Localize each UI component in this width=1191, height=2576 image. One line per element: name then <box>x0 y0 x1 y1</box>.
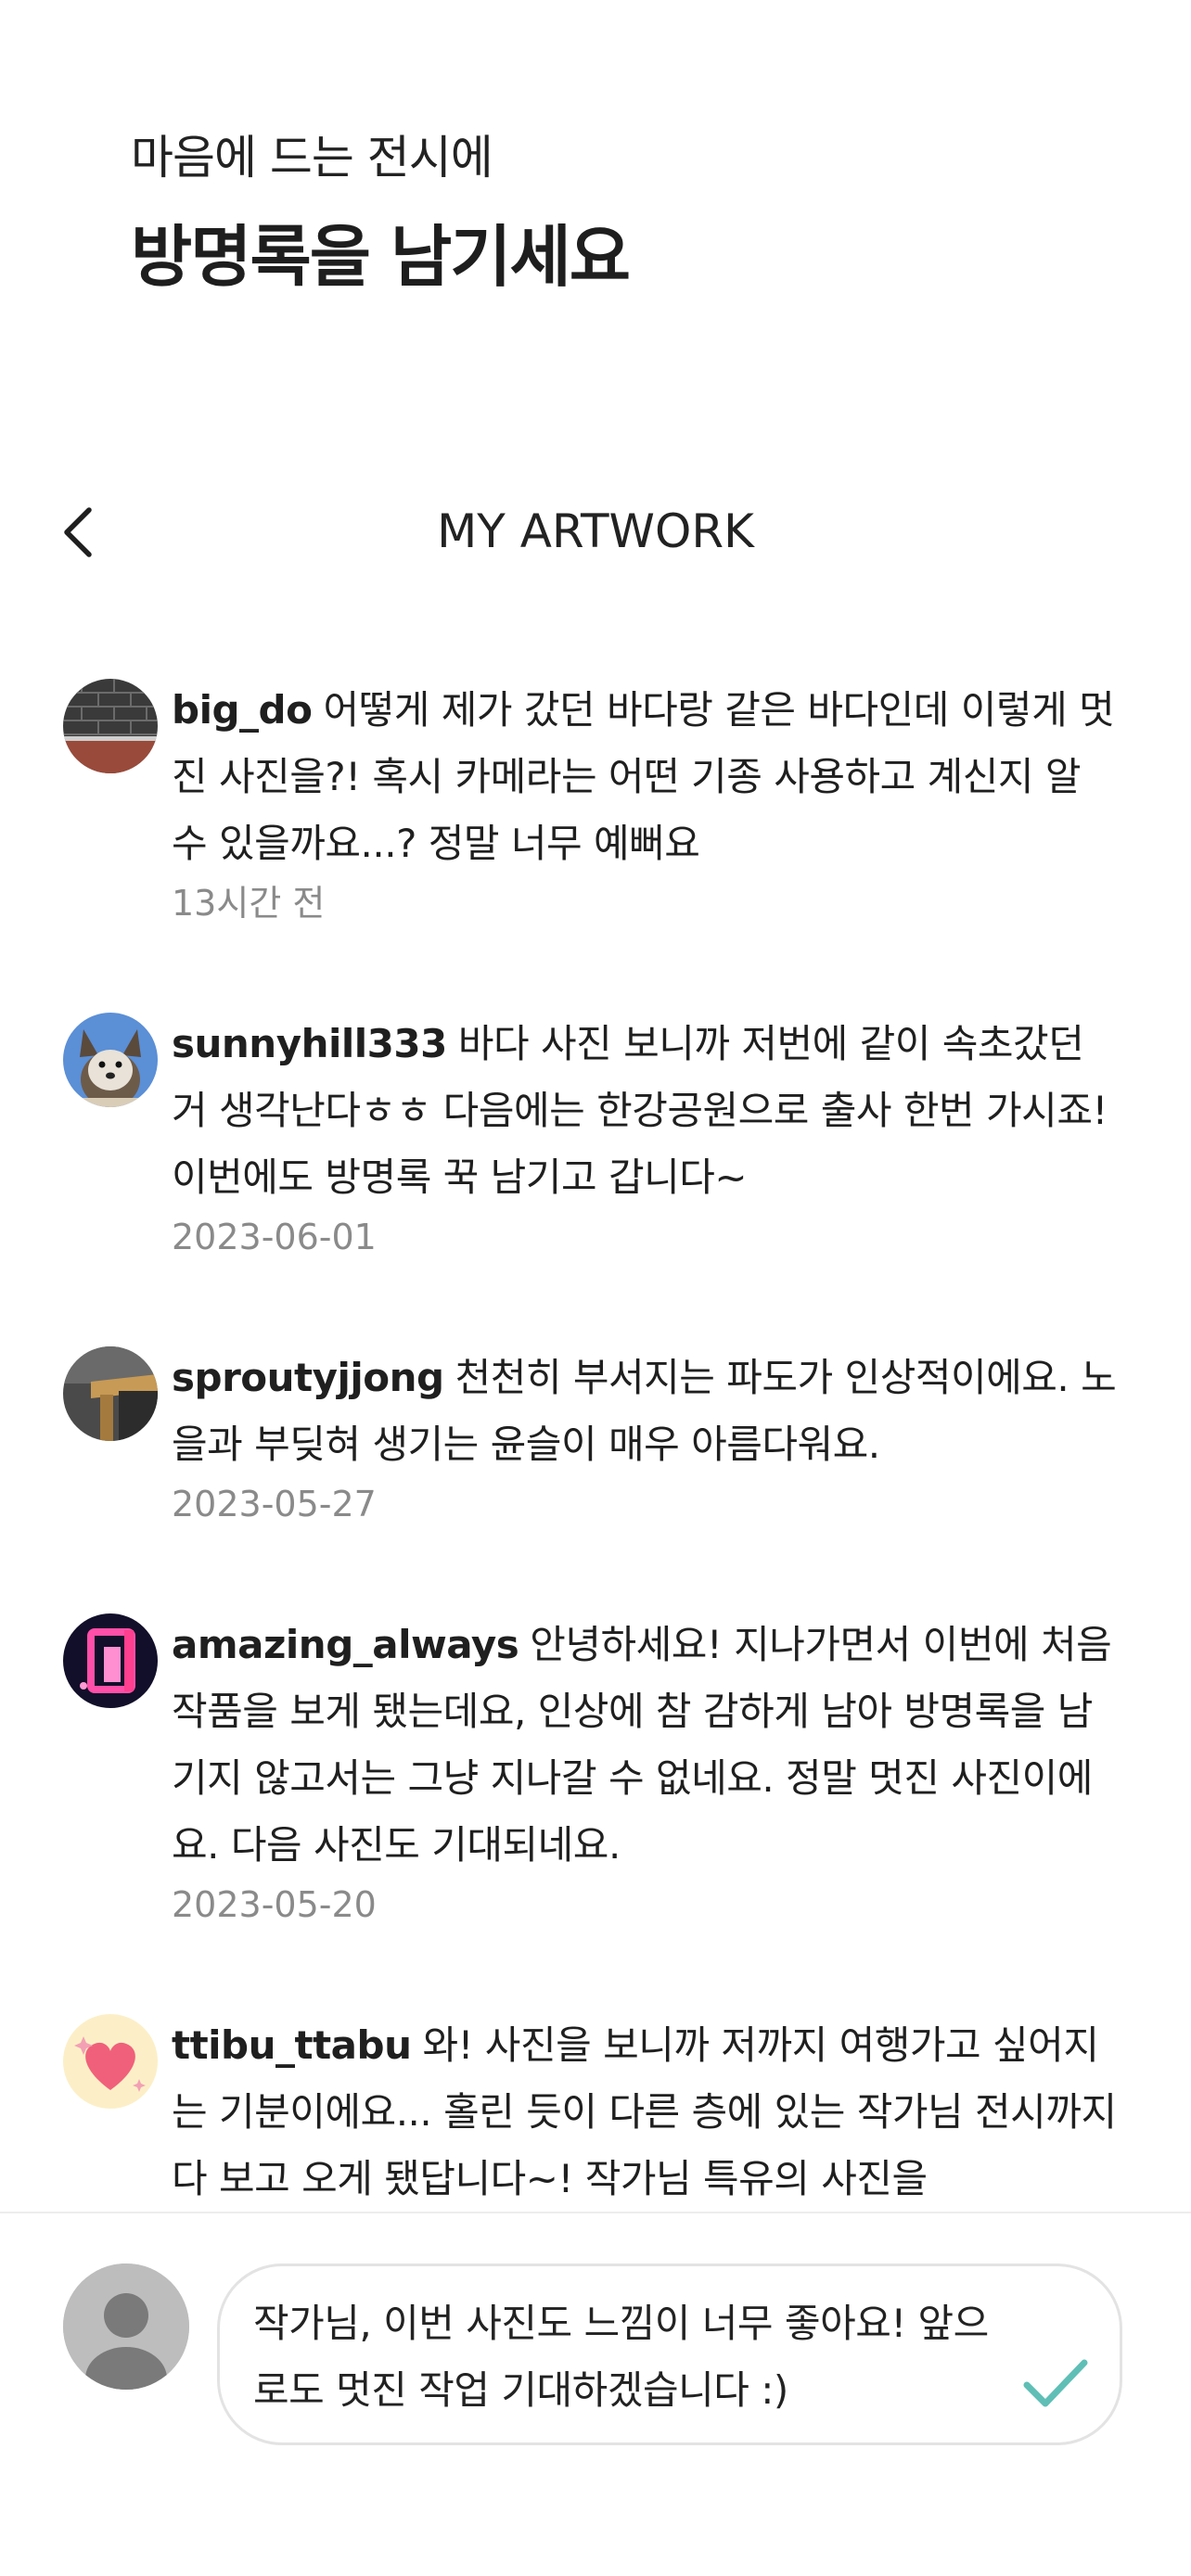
send-button[interactable] <box>1018 2350 1092 2415</box>
comment-body: ttibu_ttabu 와! 사진을 보니까 저까지 여행가고 싶어지는 기분이에… <box>172 2012 1127 2212</box>
heart-avatar[interactable] <box>63 2014 158 2109</box>
headline-title: 방명록을 남기세요 <box>131 218 631 296</box>
neon-sign-avatar[interactable] <box>63 1613 158 1708</box>
comment-body: sproutyjjong 천천히 부서지는 파도가 인상적이에요. 노을과 부딪혀… <box>172 1345 1127 1530</box>
comment-composer: 작가님, 이번 사진도 느낌이 너무 좋아요! 앞으로도 멋진 작업 기대하겠습… <box>0 2213 1191 2576</box>
comment-username[interactable]: amazing_always <box>172 1622 519 1667</box>
page-headline: 마음에 드는 전시에 방명록을 남기세요 <box>131 128 631 299</box>
nav-title: MY ARTWORK <box>437 504 754 558</box>
comment-timestamp: 13시간 전 <box>172 883 326 924</box>
comment-input-text[interactable]: 작가님, 이번 사진도 느낌이 너무 좋아요! 앞으로도 멋진 작업 기대하겠습… <box>253 2290 995 2424</box>
comment-body: amazing_always 안녕하세요! 지나가면서 이번에 처음 작품을 보게… <box>172 1612 1127 1931</box>
comment-message: 어떻게 제가 갔던 바다랑 같은 바다인데 이렇게 멋진 사진을?! 혹시 카메… <box>172 687 1115 866</box>
comment-text: big_do 어떻게 제가 갔던 바다랑 같은 바다인데 이렇게 멋진 사진을?!… <box>172 677 1127 877</box>
comment-username[interactable]: sunnyhill333 <box>172 1021 447 1066</box>
comment-list[interactable]: big_do 어떻게 제가 갔던 바다랑 같은 바다인데 이렇게 멋진 사진을?!… <box>0 677 1191 2212</box>
comment-timestamp: 2023-06-01 <box>172 1217 377 1257</box>
wood-object-avatar[interactable] <box>63 1346 158 1441</box>
comment-text: amazing_always 안녕하세요! 지나가면서 이번에 처음 작품을 보게… <box>172 1612 1127 1879</box>
headline-subtitle: 마음에 드는 전시에 <box>131 131 493 185</box>
default-user-avatar <box>63 2264 189 2390</box>
comment-username[interactable]: big_do <box>172 687 313 733</box>
comment-timestamp: 2023-05-20 <box>172 1884 377 1925</box>
comment-text: sunnyhill333 바다 사진 보니까 저번에 같이 속초갔던 거 생각난다… <box>172 1011 1127 1211</box>
comment-input[interactable]: 작가님, 이번 사진도 느낌이 너무 좋아요! 앞으로도 멋진 작업 기대하겠습… <box>217 2264 1122 2445</box>
comment-body: sunnyhill333 바다 사진 보니까 저번에 같이 속초갔던 거 생각난다… <box>172 1011 1127 1263</box>
comment-body: big_do 어떻게 제가 갔던 바다랑 같은 바다인데 이렇게 멋진 사진을?!… <box>172 677 1127 929</box>
checkmark-icon <box>1023 2359 1088 2407</box>
comment-username[interactable]: ttibu_ttabu <box>172 2022 412 2068</box>
comment-timestamp: 2023-05-27 <box>172 1484 377 1524</box>
brick-wall-avatar[interactable] <box>63 679 158 773</box>
dog-avatar[interactable] <box>63 1013 158 1107</box>
nav-bar: MY ARTWORK <box>0 491 1191 575</box>
comment-text: ttibu_ttabu 와! 사진을 보니까 저까지 여행가고 싶어지는 기분이에… <box>172 2012 1127 2212</box>
comment-text: sproutyjjong 천천히 부서지는 파도가 인상적이에요. 노을과 부딪혀… <box>172 1345 1127 1478</box>
comment-username[interactable]: sproutyjjong <box>172 1355 444 1400</box>
